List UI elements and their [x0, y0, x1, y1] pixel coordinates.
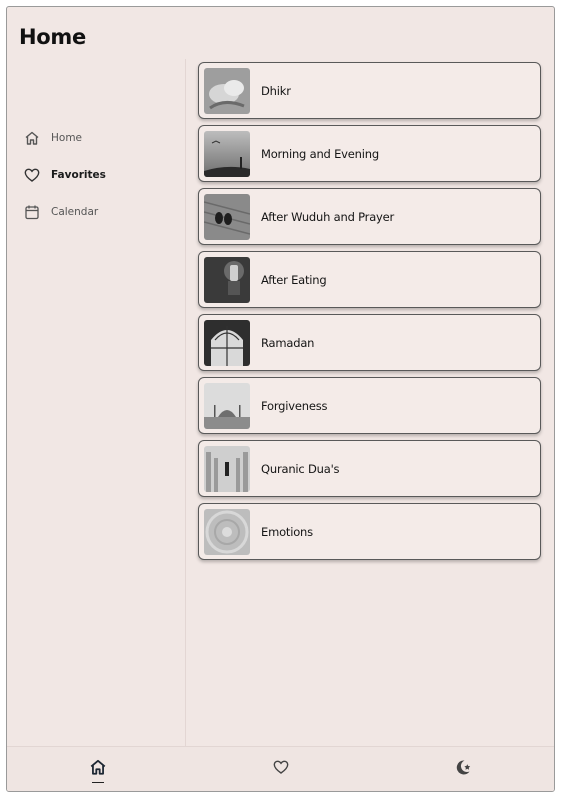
dome-ceiling-image	[204, 508, 250, 555]
sidebar-item-favorites[interactable]: Favorites	[23, 164, 106, 186]
lantern-image	[204, 256, 250, 303]
home-icon	[89, 758, 107, 780]
corridor-image	[204, 445, 250, 492]
category-card-morning-evening[interactable]: Morning and Evening	[198, 125, 541, 182]
category-label: Morning and Evening	[261, 146, 379, 161]
category-card-after-eating[interactable]: After Eating	[198, 251, 541, 308]
tab-prayer[interactable]	[443, 747, 483, 791]
category-card-emotions[interactable]: Emotions	[198, 503, 541, 560]
category-card-quranic-duas[interactable]: Quranic Dua's	[198, 440, 541, 497]
category-label: After Eating	[261, 272, 327, 287]
prayer-mat-image	[204, 193, 250, 240]
category-label: Dhikr	[261, 83, 291, 98]
active-tab-indicator	[92, 781, 104, 783]
sidebar-item-calendar[interactable]: Calendar	[23, 201, 98, 223]
bottom-nav	[7, 746, 554, 791]
sunset-mosque-image	[204, 130, 250, 177]
calendar-icon	[23, 203, 41, 221]
tab-home[interactable]	[78, 747, 118, 791]
heart-icon	[273, 759, 289, 779]
sidebar-item-home[interactable]: Home	[23, 127, 82, 149]
category-label: Ramadan	[261, 335, 315, 350]
page-title: Home	[19, 25, 86, 49]
heart-icon	[23, 166, 41, 184]
mosque-skyline-image	[204, 382, 250, 429]
hands-image	[204, 67, 250, 114]
category-label: Quranic Dua's	[261, 461, 340, 476]
crescent-star-icon	[454, 758, 472, 780]
tab-favorites[interactable]	[261, 747, 301, 791]
sidebar-nav: Home Favorites Calendar	[7, 59, 186, 749]
category-card-after-wuduh[interactable]: After Wuduh and Prayer	[198, 188, 541, 245]
category-card-forgiveness[interactable]: Forgiveness	[198, 377, 541, 434]
app-window: Home Home Favorites Calendar Dhikr Morni…	[6, 6, 555, 792]
sidebar-item-label: Calendar	[51, 206, 99, 218]
category-label: After Wuduh and Prayer	[261, 209, 395, 224]
category-label: Emotions	[261, 524, 313, 539]
home-icon	[23, 129, 41, 147]
sidebar-item-label: Favorites	[51, 169, 106, 181]
category-card-dhikr[interactable]: Dhikr	[198, 62, 541, 119]
sidebar-item-label: Home	[51, 132, 83, 144]
arched-window-image	[204, 319, 250, 366]
category-label: Forgiveness	[261, 398, 328, 413]
category-card-ramadan[interactable]: Ramadan	[198, 314, 541, 371]
